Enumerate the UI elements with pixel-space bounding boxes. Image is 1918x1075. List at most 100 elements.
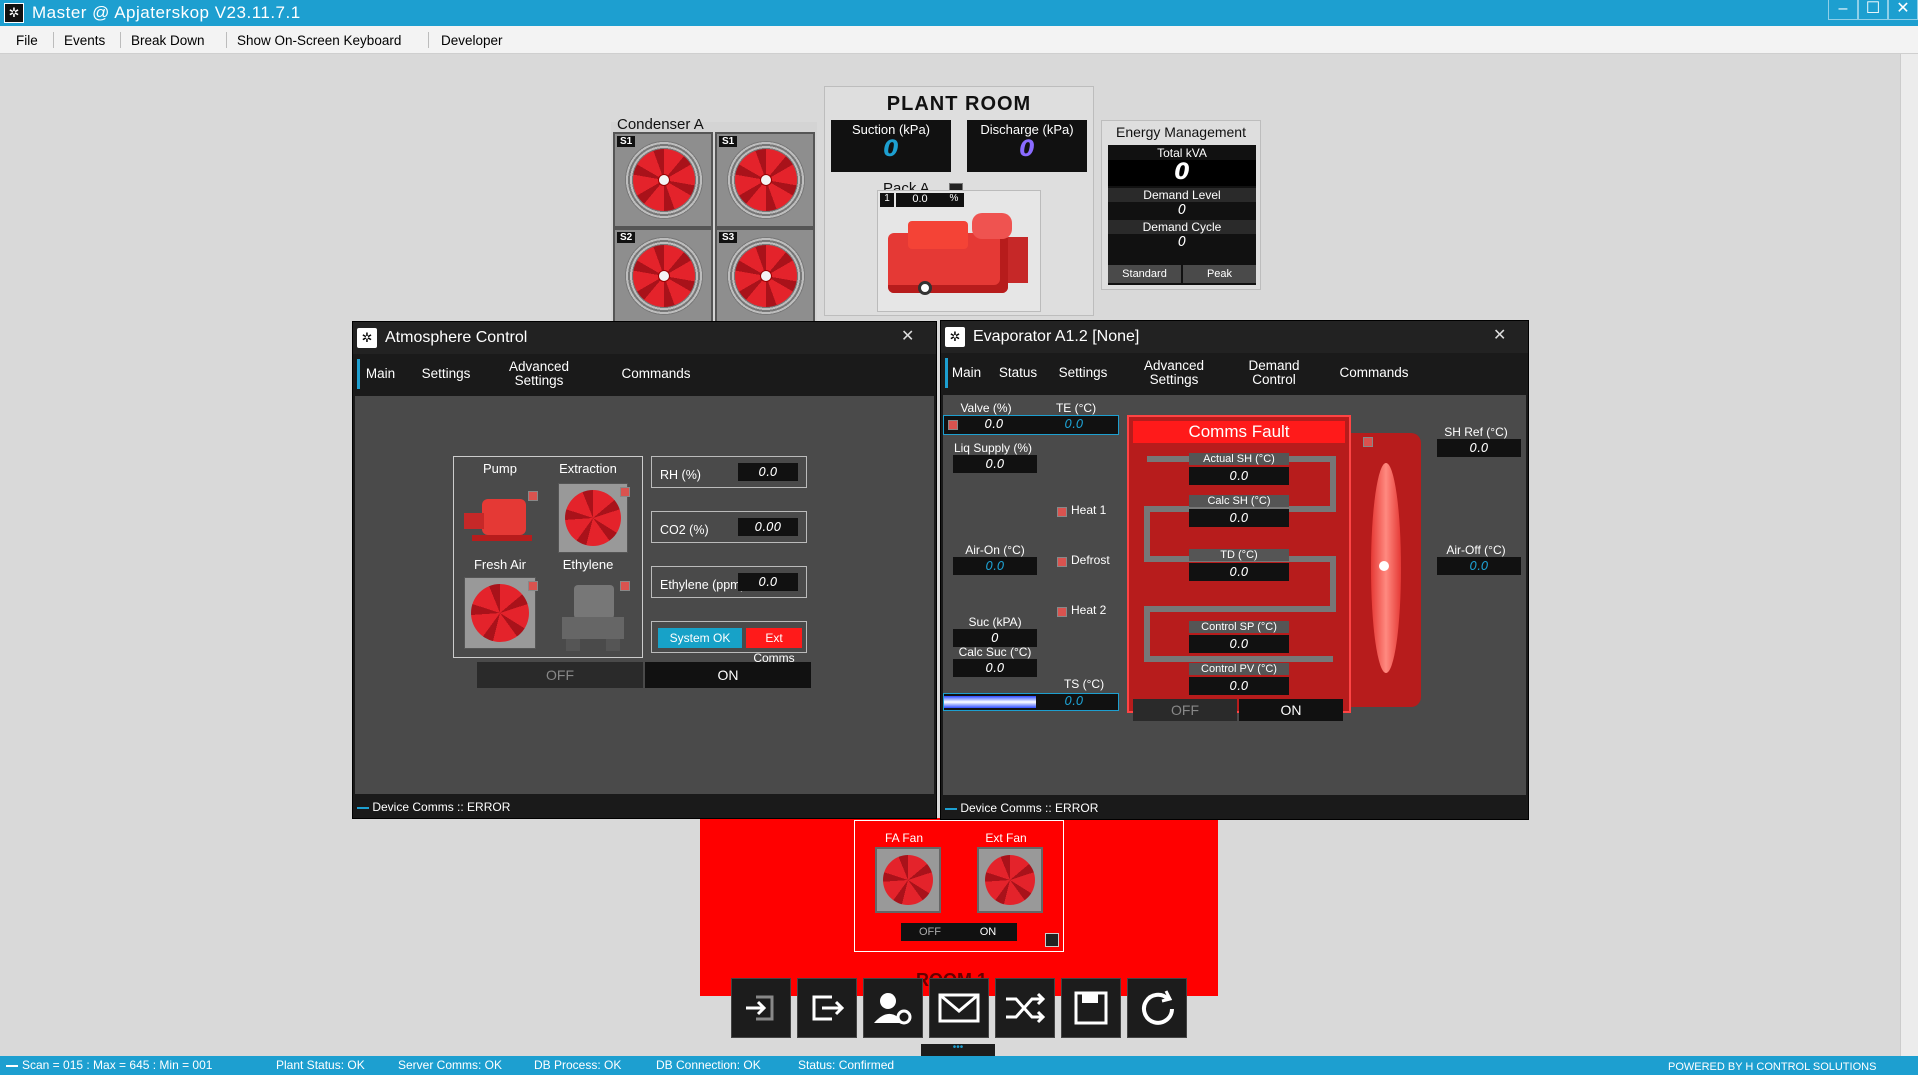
mail-button[interactable] <box>929 978 989 1038</box>
ethylene-valve-icon[interactable] <box>558 581 628 653</box>
confirmation-status: Status: Confirmed <box>798 1058 895 1072</box>
compressor-tag: 1 <box>880 193 894 207</box>
room-off-button[interactable]: OFF <box>901 923 959 941</box>
ethylene-status-indicator <box>620 581 630 591</box>
login-icon <box>746 995 774 1021</box>
pump-icon[interactable] <box>464 493 536 545</box>
menu-break-down[interactable]: Break Down <box>131 33 205 48</box>
ext-fan-label: Ext Fan <box>985 831 1027 845</box>
atmosphere-footer: Device Comms :: ERROR <box>357 800 510 814</box>
condenser-fan-2[interactable]: S1 <box>715 132 815 228</box>
air-on-label: Air-On (°C) <box>965 543 1025 557</box>
calc-sh-value: 0.0 <box>1189 509 1289 527</box>
ext-fan-icon[interactable] <box>977 847 1043 913</box>
valve-indicator <box>948 420 958 430</box>
control-sp-label: Control SP (°C) <box>1189 621 1289 633</box>
menu-developer[interactable]: Developer <box>441 33 503 48</box>
tab-main[interactable]: Main <box>357 359 401 389</box>
condenser-title: Condenser A <box>617 116 704 133</box>
tab-commands[interactable]: Commands <box>1329 366 1419 380</box>
logout-button[interactable] <box>797 978 857 1038</box>
evaporator-tabs: Main Status Settings Advanced Settings D… <box>941 353 1528 393</box>
fresh-air-fan-icon[interactable] <box>464 577 536 649</box>
status-bar: Scan = 015 : Max = 645 : Min = 001 Plant… <box>0 1056 1918 1075</box>
fresh-air-status-indicator <box>528 581 538 591</box>
atmosphere-window-icon: ✲ <box>357 328 377 348</box>
atmosphere-on-button[interactable]: ON <box>645 662 811 688</box>
menu-file[interactable]: File <box>16 33 38 48</box>
valve-te-bar: 0.0 0.0 <box>943 415 1119 435</box>
ts-value: 0.0 <box>1064 694 1084 708</box>
ethylene-label: Ethylene <box>562 557 614 572</box>
save-button[interactable] <box>1061 978 1121 1038</box>
tab-advanced-settings[interactable]: Advanced Settings <box>1131 359 1217 387</box>
save-icon <box>1074 991 1108 1025</box>
liq-supply-value: 0.0 <box>953 455 1037 473</box>
room-checkbox[interactable] <box>1045 933 1059 947</box>
evaporator-window: ✲ Evaporator A1.2 [None] ✕ Main Status S… <box>940 320 1529 820</box>
evaporator-coil-panel: Comms Fault Actual SH (°C) 0.0 Calc SH (… <box>1127 415 1351 721</box>
td-label: TD (°C) <box>1189 549 1289 561</box>
login-button[interactable] <box>731 978 791 1038</box>
condenser-fan-4[interactable]: S3 <box>715 228 815 324</box>
compressor-icon <box>888 213 1032 305</box>
compressor-box[interactable]: 1 0.0 % <box>877 190 1041 312</box>
ethylene-field: Ethylene (ppm) 0.0 <box>651 566 807 598</box>
scan-status: Scan = 015 : Max = 645 : Min = 001 <box>22 1058 213 1072</box>
evaporator-off-button[interactable]: OFF <box>1133 699 1237 721</box>
energy-title: Energy Management <box>1116 124 1246 140</box>
evaporator-fan-icon[interactable] <box>1351 433 1421 707</box>
shuffle-button[interactable] <box>995 978 1055 1038</box>
tab-main[interactable]: Main <box>945 358 985 388</box>
menu-show-keyboard[interactable]: Show On-Screen Keyboard <box>237 33 401 48</box>
tab-commands[interactable]: Commands <box>611 367 701 381</box>
evaporator-on-button[interactable]: ON <box>1239 699 1343 721</box>
system-ok-badge: System OK <box>658 628 742 648</box>
tab-settings[interactable]: Settings <box>1051 366 1115 380</box>
tab-demand-control[interactable]: Demand Control <box>1231 359 1317 387</box>
condenser-fan-3[interactable]: S2 <box>613 228 713 324</box>
liq-supply-label: Liq Supply (%) <box>953 441 1033 455</box>
air-off-label: Air-Off (°C) <box>1446 543 1506 557</box>
ts-bar: 0.0 <box>943 693 1119 711</box>
vertical-scrollbar[interactable] <box>1900 54 1918 1056</box>
energy-box: Total kVA 0 Demand Level 0 Demand Cycle … <box>1108 145 1256 285</box>
maximize-icon[interactable]: ☐ <box>1858 0 1888 20</box>
defrost-indicator <box>1057 557 1067 567</box>
evaporator-main-content: Valve (%) TE (°C) 0.0 0.0 Liq Supply (%)… <box>943 395 1526 795</box>
tab-status[interactable]: Status <box>993 366 1043 380</box>
atmosphere-close-icon[interactable]: ✕ <box>901 326 914 346</box>
fa-fan-icon[interactable] <box>875 847 941 913</box>
toolbar-expand-handle[interactable]: ••• <box>921 1043 995 1056</box>
demand-level-value: 0 <box>1177 203 1187 218</box>
tab-settings[interactable]: Settings <box>413 367 479 381</box>
extraction-fan-icon[interactable] <box>558 483 628 553</box>
close-icon[interactable]: ✕ <box>1888 0 1918 20</box>
heat2-label: Heat 2 <box>1071 603 1107 617</box>
co2-value: 0.00 <box>738 518 798 536</box>
actual-sh-value: 0.0 <box>1189 467 1289 485</box>
rh-value: 0.0 <box>738 463 798 481</box>
calc-suc-label: Calc Suc (°C) <box>958 645 1032 659</box>
heat1-label: Heat 1 <box>1071 503 1107 517</box>
pump-status-indicator <box>528 491 538 501</box>
condenser-fan-1[interactable]: S1 <box>613 132 713 228</box>
evaporator-close-icon[interactable]: ✕ <box>1493 325 1506 345</box>
ethylene-ppm-label: Ethylene (ppm) <box>660 578 745 592</box>
te-value: 0.0 <box>1064 417 1084 431</box>
minimize-icon[interactable]: – <box>1828 0 1858 20</box>
atmosphere-off-button[interactable]: OFF <box>477 662 643 688</box>
extraction-status-indicator <box>620 487 630 497</box>
calc-suc-value: 0.0 <box>953 659 1037 677</box>
tab-advanced-settings[interactable]: Advanced Settings <box>499 360 579 388</box>
atmosphere-title-bar: ✲ Atmosphere Control ✕ <box>353 322 936 354</box>
room-on-button[interactable]: ON <box>959 923 1017 941</box>
menu-events[interactable]: Events <box>64 33 105 48</box>
control-sp-value: 0.0 <box>1189 635 1289 653</box>
user-settings-button[interactable] <box>863 978 923 1038</box>
evaporator-title: Evaporator A1.2 [None] <box>973 328 1140 345</box>
discharge-value: 0 <box>1019 137 1035 162</box>
evaporator-fan-indicator <box>1363 437 1373 447</box>
refresh-button[interactable] <box>1127 978 1187 1038</box>
suction-box: Suction (kPa) 0 <box>831 120 951 172</box>
